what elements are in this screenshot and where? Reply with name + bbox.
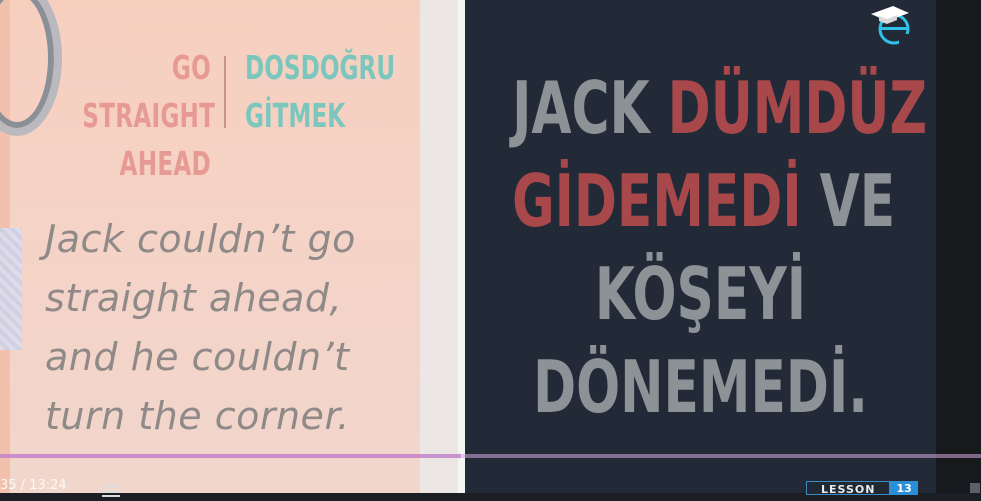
phrase-english-line: GO STRAIGHT <box>82 48 216 135</box>
example-line: straight ahead, <box>45 276 343 320</box>
video-time: 35 / 13:24 <box>0 478 67 493</box>
translation-highlight: GİDEMEDİ <box>512 159 802 243</box>
translation-line-2: GİDEMEDİ VE <box>512 155 895 248</box>
phrase-turkish-line: GİTMEK <box>245 96 346 135</box>
video-progress-fill <box>0 454 462 458</box>
washi-tape-decoration <box>0 228 22 350</box>
translation-text: JACK DÜMDÜZ GİDEMEDİ VE KÖŞEYİ DÖNEMEDİ. <box>465 62 936 434</box>
right-margin <box>936 0 981 493</box>
panel-separator <box>458 0 465 493</box>
e-graduation-cap-logo-icon <box>869 4 915 46</box>
translation-card: JACK DÜMDÜZ GİDEMEDİ VE KÖŞEYİ DÖNEMEDİ. <box>465 0 936 493</box>
example-line: Jack couldn’t go <box>45 217 356 261</box>
example-sentence: Jack couldn’t go straight ahead, and he … <box>45 210 425 446</box>
translation-line-4: DÖNEMEDİ. <box>533 345 868 429</box>
menu-icon[interactable] <box>102 482 120 497</box>
translation-line-1: JACK DÜMDÜZ <box>512 62 927 155</box>
phrase-divider <box>224 56 226 128</box>
example-line: turn the corner. <box>45 394 350 438</box>
translation-word: JACK <box>512 66 668 150</box>
phrase-turkish: DOSDOĞRU GİTMEK <box>245 44 396 140</box>
corner-control[interactable] <box>970 483 980 493</box>
translation-line-3: KÖŞEYİ <box>594 252 807 336</box>
phrase-english: GO STRAIGHT AHEAD <box>82 44 216 188</box>
card-right-strip <box>420 0 458 493</box>
phrase-english-line: AHEAD <box>119 144 211 183</box>
tape-roll-decoration <box>0 0 62 136</box>
vocabulary-card: GO STRAIGHT AHEAD DOSDOĞRU GİTMEK Jack c… <box>0 0 458 493</box>
translation-word: VE <box>801 159 896 243</box>
phrase-turkish-line: DOSDOĞRU <box>245 48 396 87</box>
translation-highlight: DÜMDÜZ <box>667 66 928 150</box>
example-line: and he couldn’t <box>45 335 350 379</box>
